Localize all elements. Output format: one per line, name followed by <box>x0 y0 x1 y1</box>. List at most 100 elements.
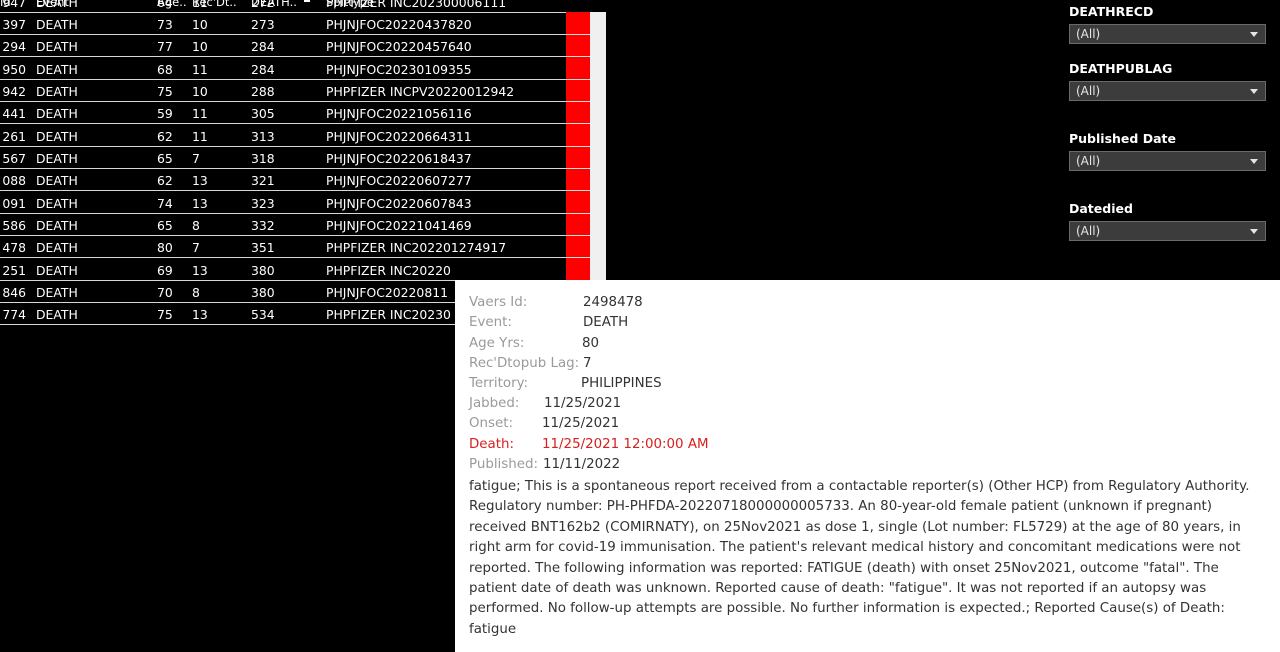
tooltip-value: 2498478 <box>583 295 643 310</box>
chevron-down-icon <box>1250 32 1258 37</box>
filter-value: (All) <box>1076 224 1101 238</box>
cell-age: 75 <box>157 307 173 323</box>
tooltip-key: Published: <box>469 457 538 472</box>
cell-death-lag: 288 <box>251 83 275 99</box>
table-row[interactable]: 294 DEATH 77 10 284 PHJNJFOC20220457640 <box>0 35 566 58</box>
table-row[interactable]: 441 DEATH 59 11 305 PHJNJFOC20221056116 <box>0 102 566 125</box>
cell-recdt-lag: 10 <box>192 83 208 99</box>
cell-event: DEATH <box>36 39 78 55</box>
cell-death-lag: 323 <box>251 195 275 211</box>
cell-age: 68 <box>157 61 173 77</box>
record-tooltip: Vaers Id: 2498478 Event: DEATH Age Yrs: … <box>455 280 1280 652</box>
cell-spltype: PHJNJFOC20220664311 <box>326 128 472 144</box>
chevron-down-icon <box>1250 89 1258 94</box>
cell-event: DEATH <box>36 285 78 301</box>
tooltip-key: Jabbed: <box>469 396 520 411</box>
cell-spltype: PHJNJFOC20220457640 <box>326 39 472 55</box>
cell-spltype: PHJNJFOC20220811 <box>326 285 448 301</box>
filter-dropdown-deathrecd[interactable]: (All) <box>1069 24 1266 44</box>
cell-death-lag: 284 <box>251 39 275 55</box>
cell-death-lag: 380 <box>251 262 275 278</box>
cell-id: 478 <box>2 240 26 256</box>
tooltip-key: Territory: <box>469 376 529 391</box>
sort-icon[interactable] <box>304 0 316 2</box>
marker-divider <box>566 212 590 214</box>
tooltip-key: Death: <box>469 437 515 452</box>
cell-event: DEATH <box>36 106 78 122</box>
cell-recdt-lag: 13 <box>192 262 208 278</box>
filter-label-deathrecd: DEATHRECD <box>1069 4 1154 19</box>
cell-id: 261 <box>2 128 26 144</box>
column-header-death-lag[interactable]: DEATH.. <box>251 0 297 9</box>
table-row[interactable]: 091 DEATH 74 13 323 PHJNJFOC20220607843 <box>0 192 566 214</box>
tooltip-value: 7 <box>583 356 592 371</box>
marker-divider <box>566 78 590 80</box>
filter-dropdown-deathpublag[interactable]: (All) <box>1069 81 1266 101</box>
filter-label-datedied: Datedied <box>1069 201 1133 216</box>
tooltip-value: DEATH <box>583 315 629 330</box>
cell-spltype: PHPFIZER INCPV20220012942 <box>326 83 515 99</box>
cell-recdt-lag: 10 <box>192 16 208 32</box>
cell-age: 69 <box>157 262 173 278</box>
table-row[interactable]: 088 DEATH 62 13 321 PHJNJFOC20220607277 <box>0 169 566 192</box>
filter-dropdown-published-date[interactable]: (All) <box>1069 151 1266 171</box>
cell-id: 846 <box>2 285 26 301</box>
cell-recdt-lag: 8 <box>192 218 200 233</box>
marker-divider <box>566 167 590 169</box>
cell-age: 73 <box>157 16 173 32</box>
cell-spltype: PHPFIZER INC20220 <box>326 262 451 278</box>
table-row[interactable]: 251 DEATH 69 13 380 PHPFIZER INC20220 <box>0 259 566 281</box>
cell-death-lag: 318 <box>251 150 275 166</box>
cell-id: 091 <box>2 195 26 211</box>
column-header-spltype[interactable]: Splttype <box>326 0 374 9</box>
cell-age: 77 <box>157 39 173 55</box>
column-header-age[interactable]: Age.. <box>157 0 187 9</box>
tooltip-key: Vaers Id: <box>469 295 528 310</box>
table-row[interactable]: 950 DEATH 68 11 284 PHJNJFOC20230109355 <box>0 58 566 80</box>
cell-recdt-lag: 13 <box>192 173 208 189</box>
filter-label-published-date: Published Date <box>1069 131 1176 146</box>
tooltip-value: PHILIPPINES <box>581 376 662 391</box>
cell-spltype: PHPFIZER INC20230 <box>326 307 451 323</box>
cell-age: 62 <box>157 173 173 189</box>
table-row[interactable]: 261 DEATH 62 11 313 PHJNJFOC20220664311 <box>0 125 566 147</box>
cell-recdt-lag: 7 <box>192 240 200 256</box>
cell-age: 65 <box>157 218 173 233</box>
cell-spltype: PHPFIZER INC202201274917 <box>326 240 507 256</box>
cell-event: DEATH <box>36 307 78 323</box>
filter-value: (All) <box>1076 84 1101 98</box>
cell-event: DEATH <box>36 218 78 233</box>
cell-event: DEATH <box>36 262 78 278</box>
filter-label-deathpublag: DEATHPUBLAG <box>1069 61 1173 76</box>
table-row[interactable]: 567 DEATH 65 7 318 PHJNJFOC20220618437 <box>0 147 566 169</box>
cell-id: 586 <box>2 218 26 233</box>
column-header-recdt-lag[interactable]: Rec'Dt.. <box>192 0 237 9</box>
tooltip-value: 11/25/2021 <box>544 396 622 411</box>
table-row[interactable]: 942 DEATH 75 10 288 PHPFIZER INCPV20220012942 <box>0 80 566 102</box>
filter-value: (All) <box>1076 154 1101 168</box>
report-description: fatigue; This is a spontaneous report re… <box>469 479 1250 637</box>
table-row[interactable]: 397 DEATH 73 10 273 PHJNJFOC20220437820 <box>0 13 566 35</box>
filter-dropdown-datedied[interactable]: (All) <box>1069 221 1266 241</box>
cell-event: DEATH <box>36 83 78 99</box>
chevron-down-icon <box>1250 159 1258 164</box>
marker-divider <box>566 145 590 147</box>
cell-recdt-lag: 11 <box>192 106 208 122</box>
marker-divider <box>566 56 590 58</box>
marker-divider <box>566 190 590 192</box>
cell-event: DEATH <box>36 173 78 189</box>
tooltip-key: Event: <box>469 315 512 330</box>
column-header-id[interactable]: Id <box>0 0 11 9</box>
cell-age: 74 <box>157 195 173 211</box>
table-row[interactable]: 586 DEATH 65 8 332 PHJNJFOC20221041469 <box>0 214 566 236</box>
cell-death-lag: 351 <box>251 240 275 256</box>
marker-divider <box>566 33 590 35</box>
cell-death-lag: 284 <box>251 61 275 77</box>
cell-event: DEATH <box>36 195 78 211</box>
column-header-event[interactable]: Event <box>36 0 69 9</box>
cell-death-lag: 305 <box>251 106 275 122</box>
table-row[interactable]: 478 DEATH 80 7 351 PHPFIZER INC202201274917 <box>0 236 566 259</box>
tooltip-value: 11/11/2022 <box>543 457 621 472</box>
cell-event: DEATH <box>36 16 78 32</box>
tooltip-key: Age Yrs: <box>469 336 525 351</box>
